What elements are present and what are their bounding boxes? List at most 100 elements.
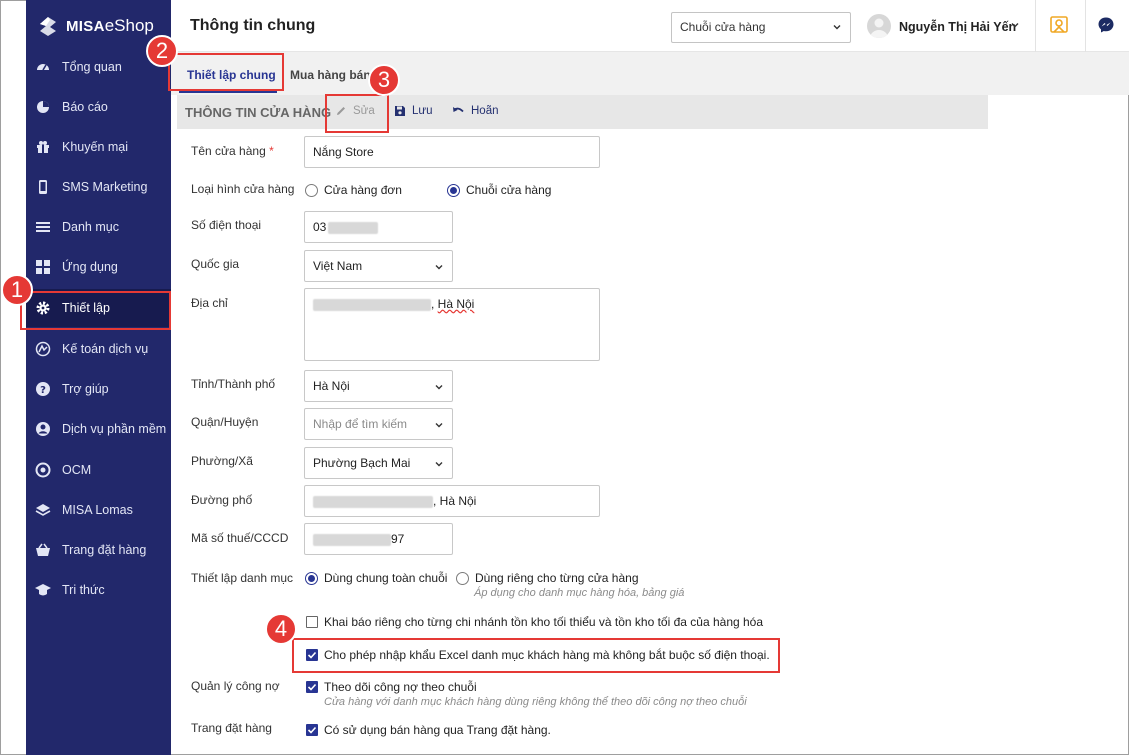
messenger-icon[interactable] xyxy=(1097,16,1115,34)
debt-management-label: Quản lý công nợ xyxy=(191,679,280,693)
dashboard-icon xyxy=(35,59,51,75)
sidebar-item-promotions[interactable]: Khuyến mại xyxy=(26,128,171,166)
tax-id-value: 97 xyxy=(391,532,405,546)
district-placeholder: Nhập để tìm kiếm xyxy=(313,417,408,431)
district-select[interactable]: Nhập để tìm kiếm xyxy=(304,408,453,440)
user-circle-icon xyxy=(35,421,51,437)
tax-id-label: Mã số thuế/CCCD xyxy=(191,531,289,545)
basket-icon xyxy=(35,542,51,558)
ward-value: Phường Bạch Mai xyxy=(313,456,411,470)
catalog-hint: Áp dụng cho danh mục hàng hóa, bảng giá xyxy=(474,587,685,599)
sidebar-item-label: SMS Marketing xyxy=(62,180,148,194)
radio-circle-selected xyxy=(305,571,318,585)
checkbox-label: Khai báo riêng cho từng chi nhánh tồn kh… xyxy=(324,615,764,629)
accounting-icon xyxy=(35,341,51,357)
undo-button-label: Hoãn xyxy=(471,105,499,117)
store-type-chain-radio[interactable]: Chuỗi cửa hàng xyxy=(447,183,551,197)
redacted-text xyxy=(313,495,433,508)
sidebar-item-sms-marketing[interactable]: SMS Marketing xyxy=(26,168,171,206)
checkbox-label: Theo dõi công nợ theo chuỗi xyxy=(324,680,477,694)
address-city: Hà Nội xyxy=(437,297,475,311)
top-header: Thông tin chung Chuỗi cửa hàng Nguyễn Th… xyxy=(171,0,1129,52)
highlight-edit-button xyxy=(325,94,389,133)
app-logo[interactable]: MISA eShop xyxy=(36,14,154,38)
phone-label: Số điện thoại xyxy=(191,218,262,232)
address-textarea[interactable]: , Hà Nội xyxy=(304,288,600,361)
checkbox-label: Có sử dụng bán hàng qua Trang đặt hàng. xyxy=(324,723,551,737)
catalog-separate-radio[interactable]: Dùng riêng cho từng cửa hàng xyxy=(456,571,639,585)
settings-tabbar: Thiết lập chung Mua hàng bán h xyxy=(171,52,1129,95)
check-icon xyxy=(307,726,317,734)
svg-text:?: ? xyxy=(40,385,46,396)
sidebar-item-label: Tri thức xyxy=(62,583,105,597)
branch-stock-checkbox[interactable]: Khai báo riêng cho từng chi nhánh tồn kh… xyxy=(306,615,763,629)
sidebar-item-label: Dịch vụ phần mềm xyxy=(62,422,167,436)
sidebar-item-label: Khuyến mại xyxy=(62,140,129,154)
save-button-label: Lưu xyxy=(412,105,433,117)
store-chain-select[interactable]: Chuỗi cửa hàng xyxy=(671,12,851,43)
sidebar-item-label: Ứng dụng xyxy=(62,260,118,274)
pie-chart-icon xyxy=(35,99,51,115)
list-icon xyxy=(35,219,51,235)
order-page-checkbox[interactable]: Có sử dụng bán hàng qua Trang đặt hàng. xyxy=(306,723,551,737)
user-name[interactable]: Nguyễn Thị Hải Yến xyxy=(899,20,1016,34)
sidebar-item-help[interactable]: ? Trợ giúp xyxy=(26,370,171,408)
chevron-down-icon xyxy=(435,265,443,270)
chevron-down-icon xyxy=(435,423,443,428)
sidebar-item-accounting[interactable]: Kế toán dịch vụ xyxy=(26,330,171,368)
phone-input[interactable]: 03 xyxy=(304,211,453,243)
sidebar-item-reports[interactable]: Báo cáo xyxy=(26,88,171,126)
help-icon: ? xyxy=(35,381,51,397)
sidebar-item-label: Báo cáo xyxy=(62,100,108,114)
sidebar-item-software-services[interactable]: Dịch vụ phần mềm xyxy=(26,410,171,448)
sidebar-item-ocm[interactable]: OCM xyxy=(26,451,171,489)
radio-circle xyxy=(305,183,318,197)
redacted-text xyxy=(328,221,379,234)
tax-id-input[interactable]: 97 xyxy=(304,523,453,555)
save-button[interactable]: Lưu xyxy=(394,105,433,117)
header-divider xyxy=(1035,0,1036,52)
header-divider xyxy=(1085,0,1086,52)
radio-circle-selected xyxy=(447,183,460,197)
street-value: , Hà Nội xyxy=(433,494,477,508)
avatar[interactable] xyxy=(867,14,891,38)
sidebar-item-catalog[interactable]: Danh mục xyxy=(26,208,171,246)
sidebar-item-label: OCM xyxy=(62,463,92,477)
page-title: Thông tin chung xyxy=(190,17,316,34)
province-label: Tỉnh/Thành phố xyxy=(191,377,276,391)
street-label: Đường phố xyxy=(191,493,253,507)
radio-circle xyxy=(456,571,469,585)
check-icon xyxy=(307,683,317,691)
ward-select[interactable]: Phường Bạch Mai xyxy=(304,447,453,479)
sidebar-item-apps[interactable]: Ứng dụng xyxy=(26,248,171,286)
store-type-single-radio[interactable]: Cửa hàng đơn xyxy=(305,183,402,197)
gift-icon xyxy=(35,139,51,155)
required-marker: * xyxy=(269,144,274,158)
store-name-input[interactable]: Nắng Store xyxy=(304,136,600,168)
street-input[interactable]: , Hà Nội xyxy=(304,485,600,517)
province-select[interactable]: Hà Nội xyxy=(304,370,453,402)
sidebar-item-misa-lomas[interactable]: MISA Lomas xyxy=(26,491,171,529)
step-badge-1: 1 xyxy=(1,274,33,306)
address-label: Địa chỉ xyxy=(191,296,228,310)
province-value: Hà Nội xyxy=(313,379,350,393)
section-title: THÔNG TIN CỬA HÀNG xyxy=(185,105,332,120)
ocm-icon xyxy=(35,462,51,478)
brand-bold: MISA xyxy=(66,17,105,35)
sidebar-item-label: Tổng quan xyxy=(62,60,122,74)
step-badge-4: 4 xyxy=(265,613,297,645)
sidebar-item-order-page[interactable]: Trang đặt hàng xyxy=(26,531,171,569)
chevron-down-icon xyxy=(435,385,443,390)
chevron-down-icon xyxy=(435,462,443,467)
country-select[interactable]: Việt Nam xyxy=(304,250,453,282)
user-menu-chevron-icon[interactable] xyxy=(1010,20,1020,30)
sidebar-item-label: Trợ giúp xyxy=(62,382,109,396)
apps-icon xyxy=(35,259,51,275)
checkbox-unchecked xyxy=(306,616,318,628)
debt-hint: Cửa hàng với danh mục khách hàng dùng ri… xyxy=(324,696,747,708)
sidebar-item-knowledge[interactable]: Tri thức xyxy=(26,571,171,609)
notification-icon[interactable] xyxy=(1048,14,1070,36)
undo-button[interactable]: Hoãn xyxy=(452,105,499,117)
debt-tracking-checkbox[interactable]: Theo dõi công nợ theo chuỗi xyxy=(306,680,477,694)
catalog-shared-radio[interactable]: Dùng chung toàn chuỗi xyxy=(305,571,447,585)
